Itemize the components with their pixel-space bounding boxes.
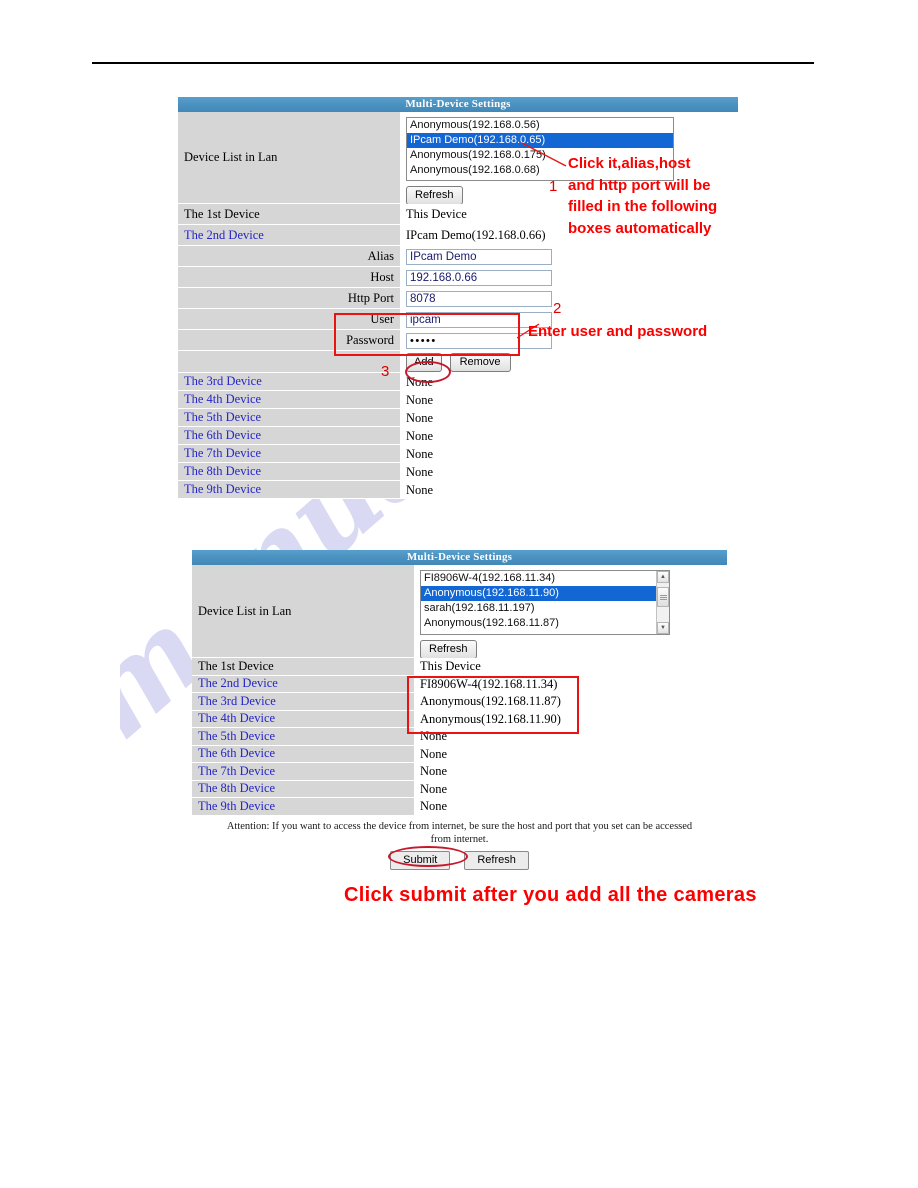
panel2-row-label[interactable]: The 5th Device (192, 728, 414, 746)
table-row: The 9th Device None (192, 798, 727, 816)
table-row: The 7th Device None (192, 763, 727, 781)
panel2-device-list-label: Device List in Lan (192, 565, 414, 658)
listbox-scrollbar[interactable]: ▲ ▼ (656, 571, 669, 634)
table-row: The 8th Device None (178, 463, 738, 481)
panel2-refresh-button[interactable]: Refresh (420, 640, 477, 659)
scroll-down-arrow-icon[interactable]: ▼ (657, 622, 669, 634)
http-port-input[interactable]: 8078 (406, 290, 552, 307)
panel1-row-label[interactable]: The 6th Device (178, 427, 400, 445)
annotation-ellipse-submit (388, 846, 468, 867)
annotation-box-user-password (334, 313, 520, 356)
panel2-lan-option[interactable]: Anonymous(192.168.11.90) (421, 586, 669, 601)
annotation-number-2: 2 (553, 300, 562, 317)
panel2-row-label: The 1st Device (192, 658, 414, 676)
table-row: The 6th Device None (178, 427, 738, 445)
panel1-row-value: None (400, 427, 738, 445)
panel2-lan-listbox[interactable]: FI8906W-4(192.168.11.34) Anonymous(192.1… (420, 570, 670, 635)
alias-input[interactable]: IPcam Demo (406, 248, 552, 265)
annotation-note-1-line-2: and http port will be (568, 176, 711, 194)
panel2-row-label[interactable]: The 6th Device (192, 745, 414, 763)
panel2-title: Multi-Device Settings (192, 550, 727, 565)
annotation-note-1-line-3: filled in the following (568, 198, 718, 215)
annotation-ellipse-add (405, 361, 451, 383)
panel1-host-label: Host (178, 267, 400, 288)
table-row: The 4th Device None (178, 391, 738, 409)
panel2-row-value: None (414, 745, 727, 763)
table-row: Host 192.168.0.66 (178, 267, 738, 288)
panel2-row-label[interactable]: The 7th Device (192, 763, 414, 781)
panel2-row-label[interactable]: The 9th Device (192, 798, 414, 816)
manual-page: manualsive.com Multi-Device Settings Dev… (0, 0, 918, 1188)
panel1-row-label[interactable]: The 2nd Device (178, 225, 400, 246)
panel1-row-label[interactable]: The 8th Device (178, 463, 400, 481)
panel1-row-value: None (400, 445, 738, 463)
panel2-lan-option[interactable]: Anonymous(192.168.11.87) (421, 616, 669, 631)
panel2-row-value: None (414, 763, 727, 781)
page-top-rule (92, 62, 814, 64)
panel2-lan-option[interactable]: sarah(192.168.11.197) (421, 601, 669, 616)
scrollbar-thumb[interactable] (657, 587, 669, 607)
panel1-http-port-label: Http Port (178, 288, 400, 309)
panel1-row-value: None (400, 409, 738, 427)
table-row: The 6th Device None (192, 745, 727, 763)
panel1-title: Multi-Device Settings (178, 97, 738, 112)
panel1-refresh-button[interactable]: Refresh (406, 186, 463, 205)
panel1-row-value: None (400, 391, 738, 409)
panel1-row-label[interactable]: The 3rd Device (178, 373, 400, 391)
table-row: The 3rd Device None (178, 373, 738, 391)
table-row: The 9th Device None (178, 481, 738, 499)
panel1-device-list-label: Device List in Lan (178, 112, 400, 204)
annotation-note-2: Enter user and password (528, 323, 708, 340)
panel1-row-label: The 1st Device (178, 204, 400, 225)
panel2-row-label[interactable]: The 4th Device (192, 710, 414, 728)
panel2-device-list-cell: FI8906W-4(192.168.11.34) Anonymous(192.1… (414, 565, 727, 659)
panel2-row-label[interactable]: The 8th Device (192, 780, 414, 798)
table-row: The 7th Device None (178, 445, 738, 463)
panel1-lan-option[interactable]: Anonymous(192.168.0.56) (407, 118, 673, 133)
panel2-row-value: This Device (414, 658, 727, 676)
annotation-note-1: Click it,alias,host and http port will b… (568, 153, 717, 239)
panel2-device-list-row: Device List in Lan FI8906W-4(192.168.11.… (192, 565, 727, 659)
annotation-note-1-line-4: boxes automatically (568, 219, 712, 237)
panel2-row-value: None (414, 798, 727, 816)
panel2-row-value: None (414, 780, 727, 798)
table-row: Alias IPcam Demo (178, 246, 738, 267)
table-row: Http Port 8078 (178, 288, 738, 309)
attention-note: Attention: If you want to access the dev… (192, 816, 727, 848)
panel1-host-cell: 192.168.0.66 (400, 267, 738, 288)
panel2-row-label[interactable]: The 3rd Device (192, 693, 414, 711)
panel1-row-value: None (400, 373, 738, 391)
table-row: The 5th Device None (178, 409, 738, 427)
panel1-alias-label: Alias (178, 246, 400, 267)
annotation-number-1: 1 (549, 178, 558, 195)
table-row: The 8th Device None (192, 780, 727, 798)
table-row: The 1st Device This Device (192, 658, 727, 676)
panel2-refresh-bottom-button[interactable]: Refresh (464, 850, 529, 870)
panel1-http-port-cell: 8078 (400, 288, 738, 309)
annotation-caption-submit: Click submit after you add all the camer… (344, 884, 757, 906)
panel1-alias-cell: IPcam Demo (400, 246, 738, 267)
panel1-row-value: None (400, 463, 738, 481)
panel1-row-value: None (400, 481, 738, 499)
panel1-row-label[interactable]: The 4th Device (178, 391, 400, 409)
attention-line-2: from internet. (430, 833, 489, 845)
attention-line-1: Attention: If you want to access the dev… (226, 820, 693, 832)
scroll-up-arrow-icon[interactable]: ▲ (657, 571, 669, 583)
annotation-note-1-line-1: Click it,alias,host (568, 155, 691, 172)
panel1-row-label[interactable]: The 7th Device (178, 445, 400, 463)
panel1-row-label[interactable]: The 9th Device (178, 481, 400, 499)
annotation-number-3: 3 (381, 363, 390, 380)
host-input[interactable]: 192.168.0.66 (406, 269, 552, 286)
panel2-lan-option[interactable]: FI8906W-4(192.168.11.34) (421, 571, 669, 586)
annotation-box-device-entries (407, 676, 579, 734)
panel2-row-label[interactable]: The 2nd Device (192, 675, 414, 693)
panel1-row-label[interactable]: The 5th Device (178, 409, 400, 427)
